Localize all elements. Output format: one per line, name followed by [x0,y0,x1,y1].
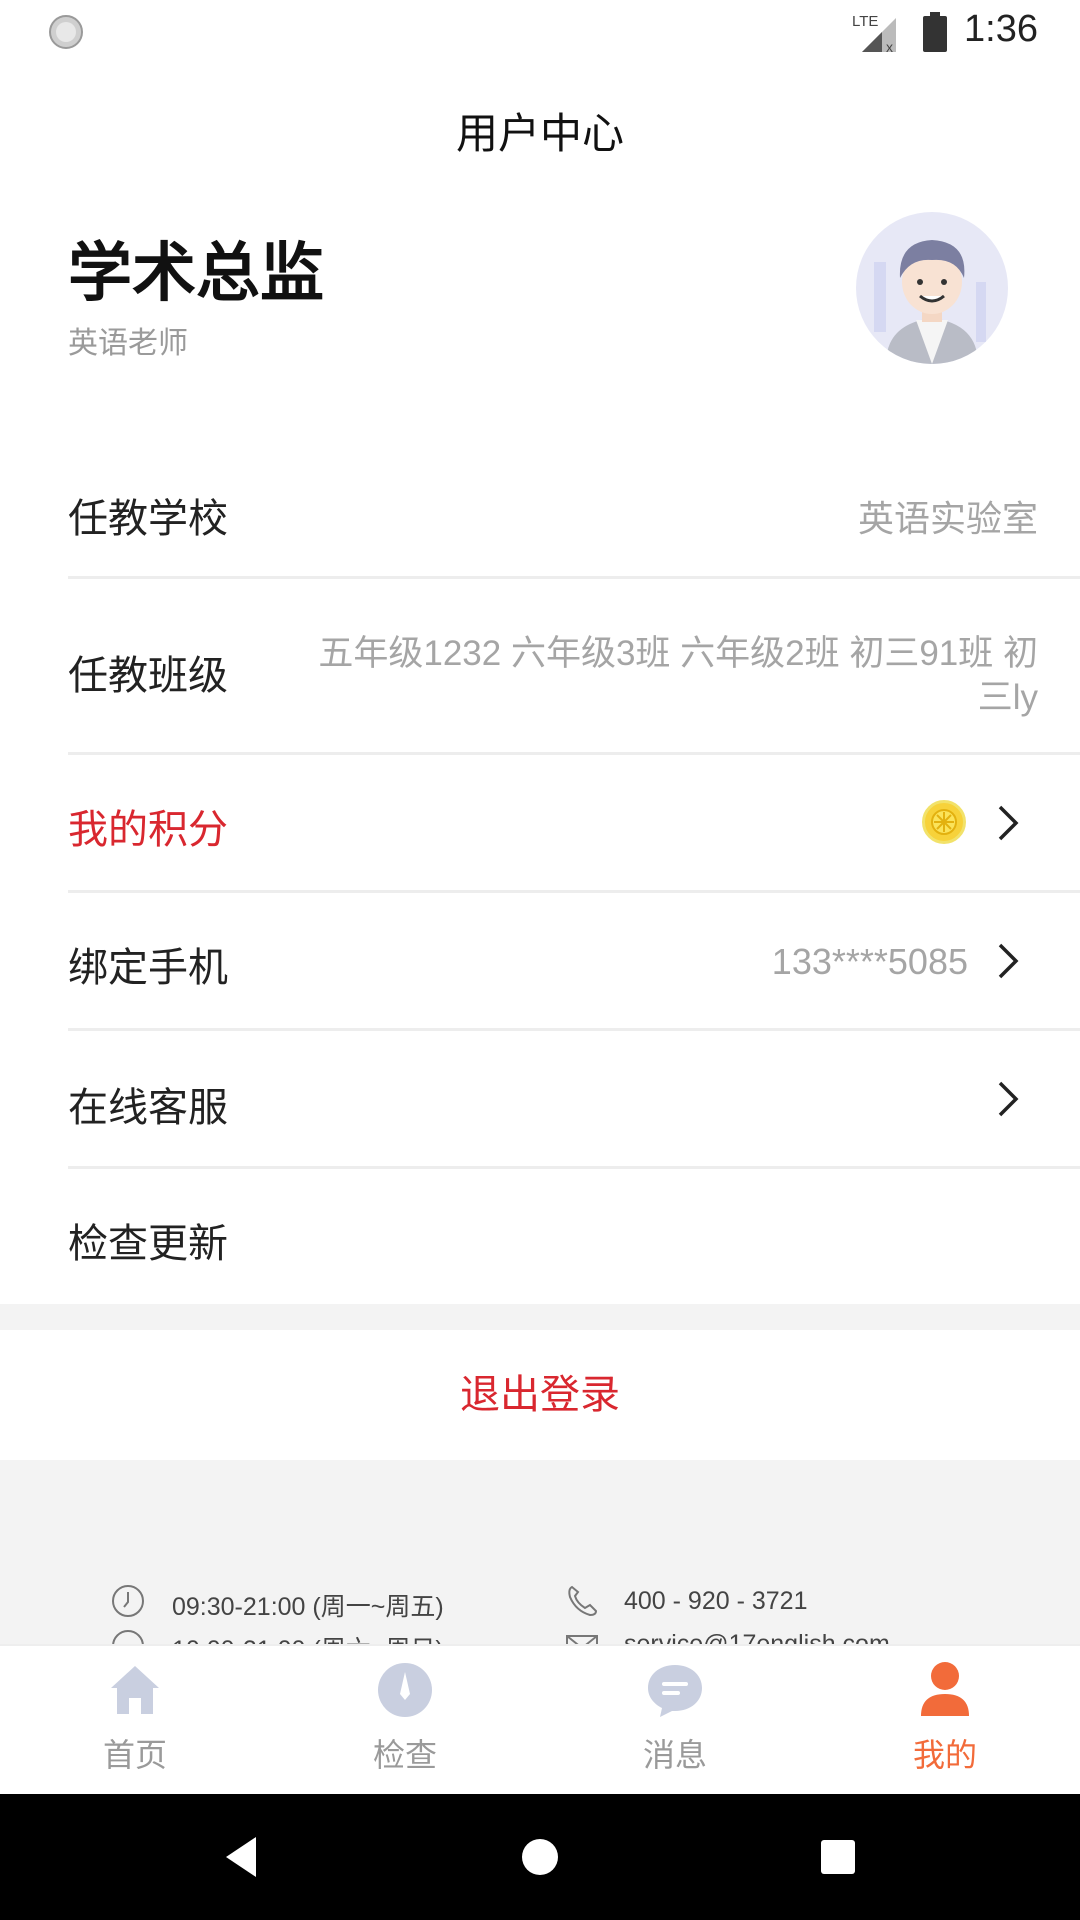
phone-value: 133****5085 [771,941,968,982]
coin-icon [922,800,966,844]
bottom-tab-bar: 首页 检查 消息 我的 [0,1644,1080,1794]
school-label: 任教学校 [68,496,228,542]
logout-button[interactable]: 退出登录 [0,1330,1080,1460]
check-icon [378,1663,432,1717]
school-value: 英语实验室 [857,498,1038,539]
classes-value-line2: 三ly [977,678,1038,717]
avatar-illustration [874,240,986,364]
status-bar: LTE x 1:36 [0,0,1080,64]
classes-value-line1: 五年级1232 六年级3班 六年级2班 初三91班 初 [318,634,1038,673]
service-label: 在线客服 [68,1085,228,1131]
tab-home-label: 首页 [102,1736,167,1774]
tab-message-label: 消息 [642,1736,707,1774]
update-label: 检查更新 [68,1221,228,1267]
section-gap [0,1304,1080,1330]
home-button-icon[interactable] [514,1831,566,1883]
chevron-right-icon [998,805,1019,841]
row-classes: 任教班级 五年级1232 六年级3班 六年级2班 初三91班 初 三ly [0,579,1080,751]
classes-label: 任教班级 [68,653,228,699]
profile-icon [921,1662,969,1716]
chevron-right-icon [998,1081,1019,1117]
lte-signal-icon: LTE x [852,13,896,54]
page-title: 用户中心 [455,109,624,158]
home-icon [111,1666,159,1714]
recents-icon[interactable] [812,1831,864,1883]
row-online-service[interactable]: 在线客服 [0,1031,1080,1165]
clock-icon [112,1585,144,1617]
tab-mine-label: 我的 [912,1736,977,1774]
row-points[interactable]: 我的积分 0 [0,755,1080,889]
battery-icon [923,12,947,52]
profile-name: 学术总监 [68,237,324,311]
footer-area [0,1460,1080,1644]
phone-icon [568,1585,598,1617]
system-navigation-bar [0,1794,1080,1920]
back-icon[interactable] [216,1831,268,1883]
row-phone[interactable]: 绑定手机 133****5085 [0,893,1080,1027]
tab-home[interactable]: 首页 [0,1646,270,1796]
row-check-update[interactable]: 检查更新 [0,1169,1080,1303]
status-time: 1:36 [964,8,1038,50]
service-hours-weekday: 09:30-21:00 (周一~周五) [172,1593,444,1621]
row-school: 任教学校 英语实验室 [0,452,1080,578]
phone-label: 绑定手机 [68,945,228,991]
points-label: 我的积分 [68,807,228,853]
message-icon [648,1665,702,1717]
svg-text:x: x [886,39,893,54]
tab-check-label: 检查 [372,1736,437,1774]
tab-check[interactable]: 检查 [270,1646,540,1796]
lte-text: LTE [852,13,878,30]
tab-mine[interactable]: 我的 [810,1646,1080,1796]
avatar[interactable] [856,212,1008,364]
chevron-right-icon [998,943,1019,979]
service-phone[interactable]: 400 - 920 - 3721 [624,1587,807,1616]
profile-role: 英语老师 [68,326,188,361]
sync-status-icon [49,15,83,49]
tab-message[interactable]: 消息 [540,1646,810,1796]
